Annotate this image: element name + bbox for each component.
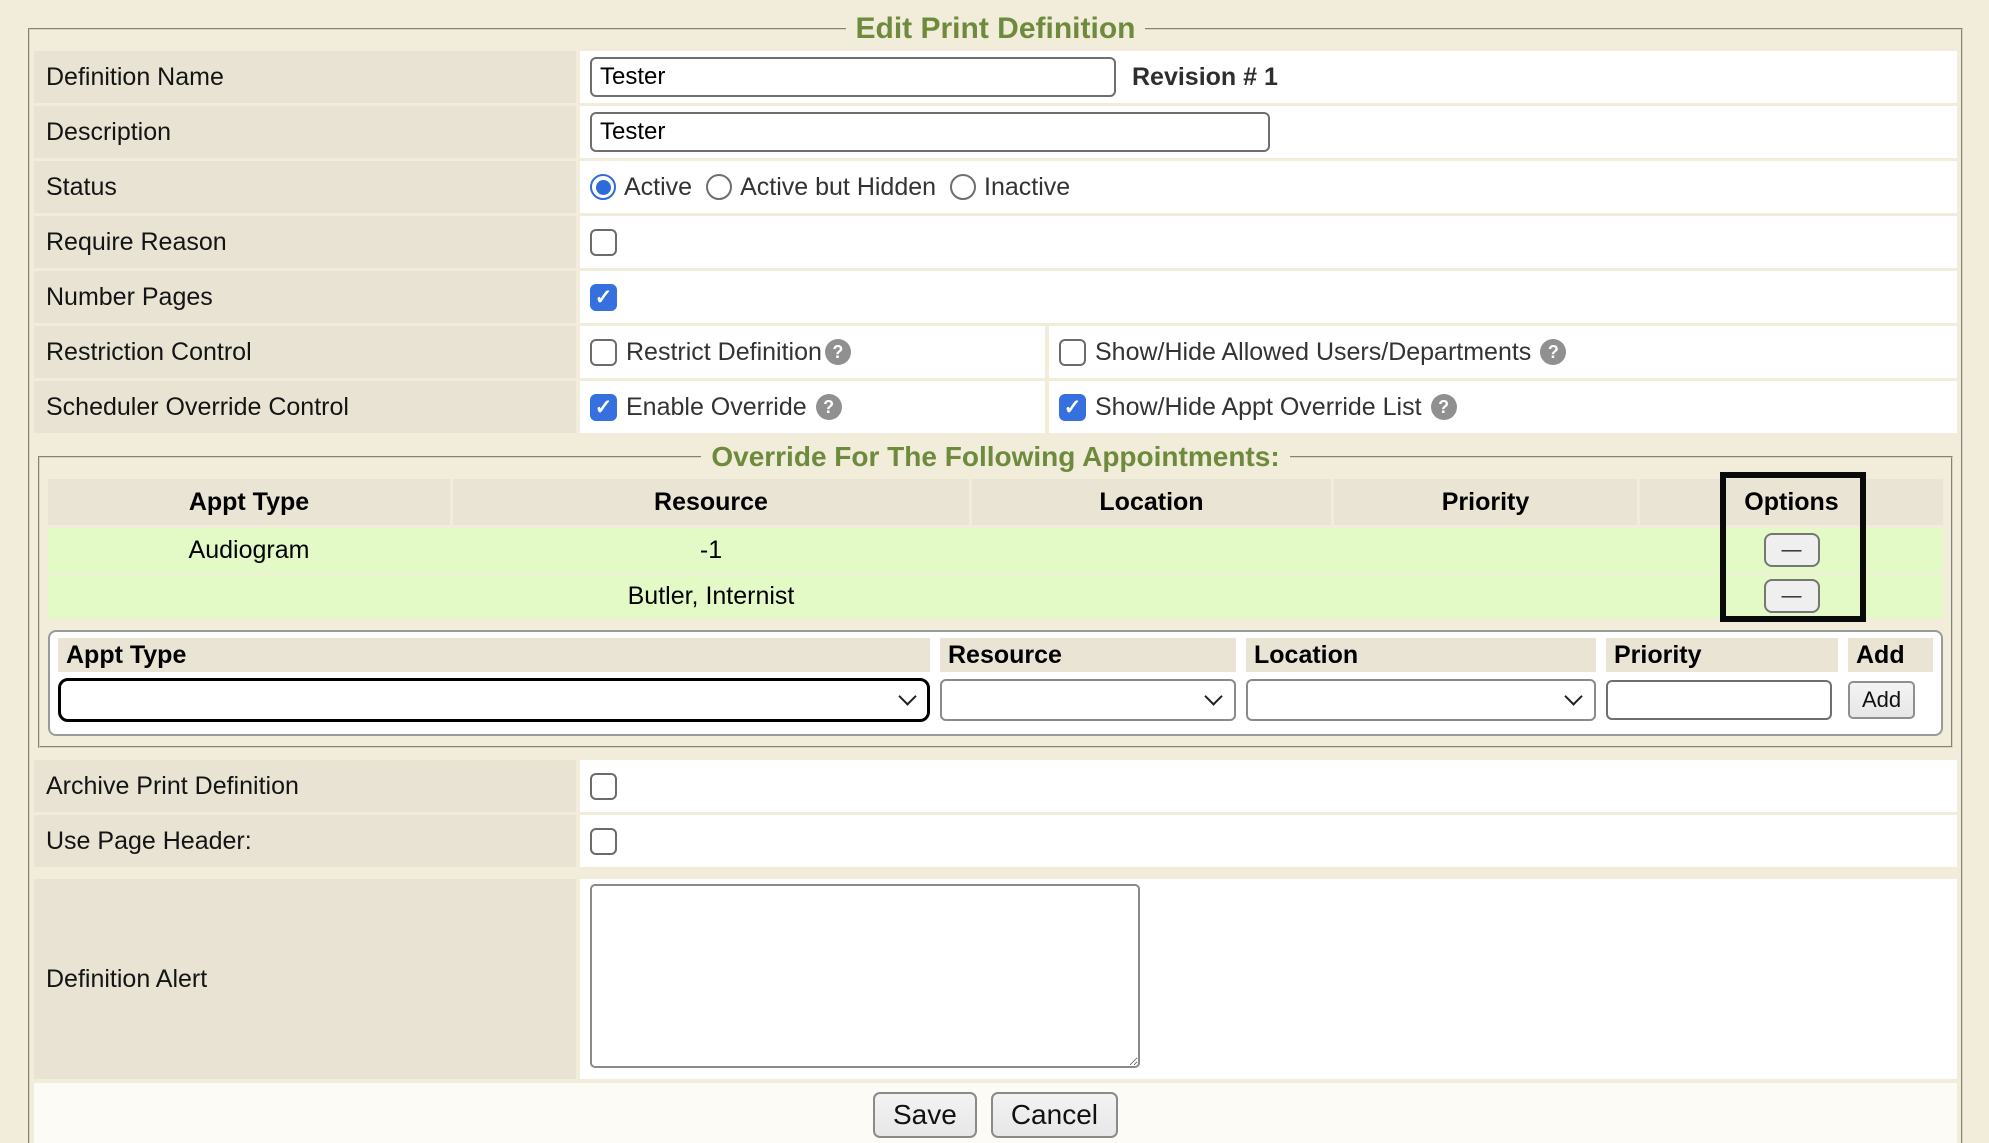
scheduler-override-label: Scheduler Override Control [34,381,576,433]
col-header-appt-type: Appt Type [48,479,450,525]
radio-inactive-icon[interactable] [950,174,976,200]
resource-select[interactable] [940,679,1236,721]
restrict-definition-help-icon[interactable]: ? [825,339,851,365]
show-hide-users-help-icon[interactable]: ? [1540,339,1566,365]
description-label: Description [34,106,576,158]
use-page-header-checkbox[interactable] [590,828,617,855]
scheduler-override-row: Scheduler Override Control ✓ Enable Over… [34,381,1957,433]
show-hide-appt-label: Show/Hide Appt Override List [1095,393,1422,422]
archive-label: Archive Print Definition [34,760,576,812]
page-title: Edit Print Definition [846,12,1146,46]
override-table-row: Butler, Internist — [48,574,1943,618]
status-option-inactive[interactable]: Inactive [950,173,1070,202]
override-appointments-section: Override For The Following Appointments:… [38,441,1953,748]
restrict-definition-checkbox[interactable] [590,339,617,366]
col-header-location: Location [972,479,1331,525]
show-hide-appt-help-icon[interactable]: ? [1431,394,1457,420]
status-option-active[interactable]: Active [590,173,692,202]
show-hide-appt-checkbox[interactable]: ✓ [1059,394,1086,421]
enable-override-help-icon[interactable]: ? [816,394,842,420]
col-header-priority: Priority [1334,479,1637,525]
require-reason-label: Require Reason [34,216,576,268]
definition-name-row: Definition Name Revision # 1 [34,51,1957,103]
radio-active-icon[interactable] [590,174,616,200]
save-button[interactable]: Save [873,1092,977,1138]
add-col-header-appt-type: Appt Type [58,638,930,672]
override-table-row: Audiogram -1 — [48,528,1943,572]
number-pages-checkbox[interactable]: ✓ [590,284,617,311]
edit-print-definition-form: Edit Print Definition Definition Name Re… [28,12,1963,1143]
require-reason-row: Require Reason [34,216,1957,268]
appt-type-select[interactable] [58,678,930,722]
status-option-active-but-hidden-label: Active but Hidden [740,173,936,202]
status-option-active-label: Active [624,173,692,202]
description-row: Description [34,106,1957,158]
description-input[interactable] [590,112,1270,152]
show-hide-users-checkbox[interactable] [1059,339,1086,366]
row-location [972,574,1331,618]
enable-override-label: Enable Override [626,393,807,422]
form-actions: Save Cancel [34,1083,1957,1143]
definition-alert-row: Definition Alert [34,879,1957,1079]
archive-checkbox[interactable] [590,773,617,800]
add-col-header-location: Location [1246,638,1596,672]
show-hide-users-label: Show/Hide Allowed Users/Departments [1095,338,1531,367]
location-select[interactable] [1246,679,1596,721]
priority-input[interactable] [1606,680,1832,720]
restrict-definition-label: Restrict Definition [626,338,822,367]
enable-override-checkbox[interactable]: ✓ [590,394,617,421]
edit-print-definition-page: Edit Print Definition Definition Name Re… [0,0,1989,1143]
row-resource: -1 [453,528,969,572]
status-label: Status [34,161,576,213]
row-priority [1334,574,1637,618]
add-override-box: Appt Type Resource Location Priority Add [48,630,1943,736]
add-col-header-add: Add [1848,638,1933,672]
archive-row: Archive Print Definition [34,760,1957,812]
remove-row-button[interactable]: — [1764,579,1820,613]
row-priority [1334,528,1637,572]
use-page-header-row: Use Page Header: [34,815,1957,867]
status-option-active-but-hidden[interactable]: Active but Hidden [706,173,936,202]
number-pages-label: Number Pages [34,271,576,323]
require-reason-checkbox[interactable] [590,229,617,256]
definition-name-input[interactable] [590,57,1116,97]
override-table-header: Appt Type Resource Location Priority Opt… [48,479,1943,525]
restriction-control-row: Restriction Control Restrict Definition … [34,326,1957,378]
definition-alert-label: Definition Alert [34,879,576,1079]
add-override-button[interactable]: Add [1848,681,1915,719]
add-col-header-resource: Resource [940,638,1236,672]
definition-name-label: Definition Name [34,51,576,103]
col-header-options: Options [1640,479,1943,525]
status-option-inactive-label: Inactive [984,173,1070,202]
revision-number: Revision # 1 [1132,63,1278,92]
row-appt-type: Audiogram [48,528,450,572]
row-appt-type [48,574,450,618]
override-section-title: Override For The Following Appointments: [701,441,1289,473]
remove-row-button[interactable]: — [1764,533,1820,567]
restriction-control-label: Restriction Control [34,326,576,378]
definition-alert-textarea[interactable] [590,884,1140,1068]
row-resource: Butler, Internist [453,574,969,618]
col-header-resource: Resource [453,479,969,525]
radio-active-but-hidden-icon[interactable] [706,174,732,200]
add-col-header-priority: Priority [1606,638,1838,672]
row-location [972,528,1331,572]
number-pages-row: Number Pages ✓ [34,271,1957,323]
use-page-header-label: Use Page Header: [34,815,576,867]
cancel-button[interactable]: Cancel [991,1092,1118,1138]
status-row: Status Active Active but Hidden Inactive [34,161,1957,213]
